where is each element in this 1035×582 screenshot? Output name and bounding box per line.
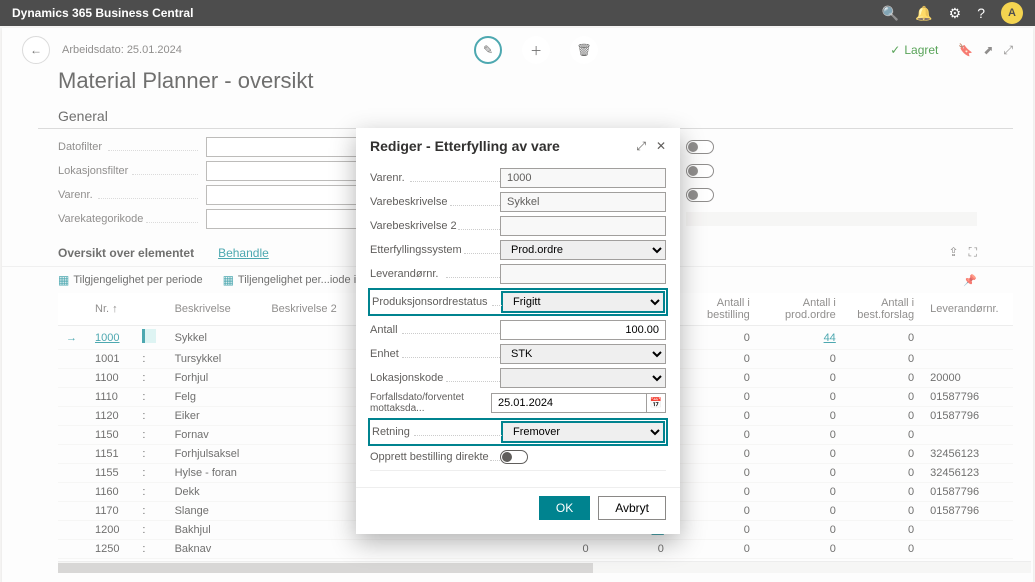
m-retning-select[interactable]: Fremover [502,422,664,442]
m-lev-label: Leverandørnr. [370,268,500,280]
m-prodstatus-label: Produksjonsordrestatus [372,296,502,308]
m-lokkode-label: Lokasjonskode [370,372,500,384]
m-varebeskr2-input [500,216,666,236]
m-varebeskr-input [500,192,666,212]
m-enhet-label: Enhet [370,348,500,360]
m-opprett-toggle[interactable] [500,450,528,464]
m-lokkode-select[interactable] [500,368,666,388]
m-antall-input[interactable] [500,320,666,340]
close-icon[interactable]: ✕ [656,139,666,154]
m-varenr-input [500,168,666,188]
m-retning-label: Retning [372,426,502,438]
m-opprett-label: Opprett bestilling direkte [370,451,500,463]
m-varenr-label: Varenr. [370,172,500,184]
m-varebeskr2-label: Varebeskrivelse 2 [370,220,500,232]
m-system-select[interactable]: Prod.ordre [500,240,666,260]
modal-title: Rediger - Etterfylling av vare [370,138,636,154]
m-forfall-input[interactable] [491,393,646,413]
m-enhet-select[interactable]: STK [500,344,666,364]
m-prodstatus-select[interactable]: Frigitt [502,292,664,312]
cancel-button[interactable]: Avbryt [598,496,666,520]
replenishment-modal: Rediger - Etterfylling av vare ⤢ ✕ Varen… [356,128,680,534]
m-varebeskr-label: Varebeskrivelse [370,196,500,208]
m-antall-label: Antall [370,324,500,336]
ok-button[interactable]: OK [539,496,590,520]
m-forfall-label: Forfallsdato/forventet mottaksda... [370,392,491,414]
m-system-label: Etterfyllingssystem [370,244,500,256]
date-picker-button[interactable]: 📅 [646,393,666,413]
m-lev-input [500,264,666,284]
maximize-icon[interactable]: ⤢ [636,139,646,154]
